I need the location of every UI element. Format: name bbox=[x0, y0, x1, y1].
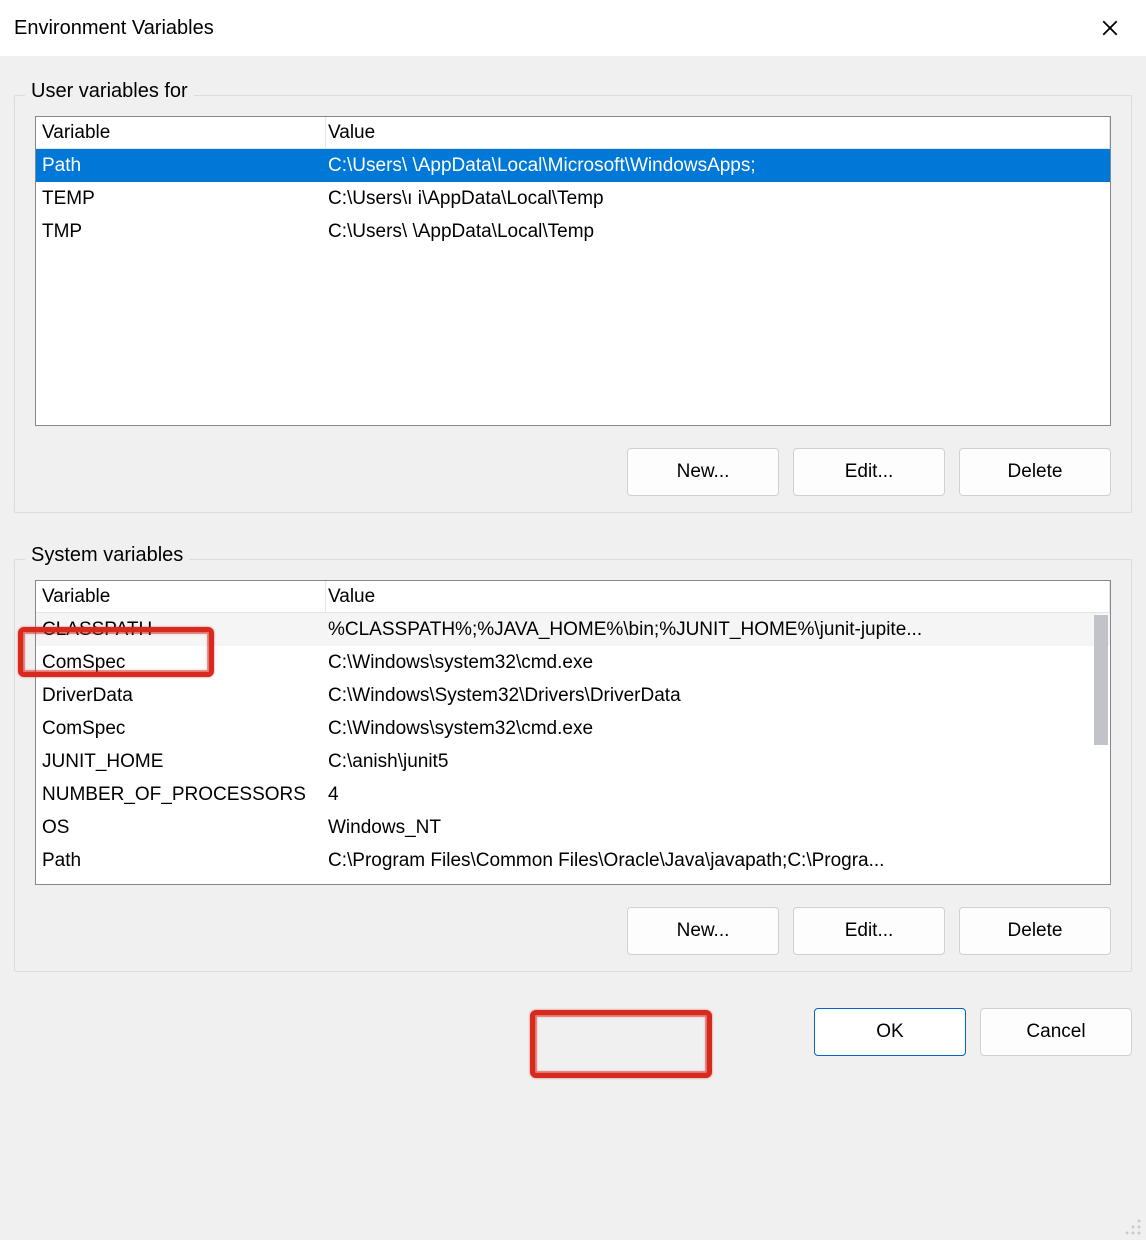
cancel-button[interactable]: Cancel bbox=[980, 1008, 1132, 1056]
variable-value: C:\Users\ \AppData\Local\Microsoft\Windo… bbox=[326, 155, 1110, 177]
dialog-title: Environment Variables bbox=[14, 17, 214, 40]
environment-variables-dialog: Environment Variables User variables for… bbox=[0, 0, 1146, 1240]
variable-name: CLASSPATH bbox=[36, 619, 326, 641]
variable-value: 4 bbox=[326, 784, 1110, 806]
system-variables-body: CLASSPATH %CLASSPATH%;%JAVA_HOME%\bin;%J… bbox=[36, 613, 1110, 877]
variable-value: Windows_NT bbox=[326, 817, 1110, 839]
system-variables-buttons: New... Edit... Delete bbox=[35, 907, 1111, 955]
dialog-buttons: OK Cancel bbox=[14, 1008, 1132, 1056]
variable-name: OS bbox=[36, 817, 326, 839]
user-variables-body: Path C:\Users\ \AppData\Local\Microsoft\… bbox=[36, 149, 1110, 248]
column-header-value[interactable]: Value bbox=[326, 117, 1110, 148]
dialog-content: User variables for Variable Value Path C… bbox=[0, 56, 1146, 1240]
system-edit-button[interactable]: Edit... bbox=[793, 907, 945, 955]
list-header[interactable]: Variable Value bbox=[36, 117, 1110, 149]
user-new-button[interactable]: New... bbox=[627, 448, 779, 496]
variable-name: DriverData bbox=[36, 685, 326, 707]
system-new-button[interactable]: New... bbox=[627, 907, 779, 955]
variable-name: NUMBER_OF_PROCESSORS bbox=[36, 784, 326, 806]
titlebar: Environment Variables bbox=[0, 0, 1146, 56]
table-row[interactable]: ComSpec C:\Windows\system32\cmd.exe bbox=[36, 712, 1110, 745]
table-row[interactable]: Path C:\Users\ \AppData\Local\Microsoft\… bbox=[36, 149, 1110, 182]
table-row[interactable]: TEMP C:\Users\ı i\AppData\Local\Temp bbox=[36, 182, 1110, 215]
variable-name: TEMP bbox=[36, 188, 326, 210]
variable-name: TMP bbox=[36, 221, 326, 243]
variable-value: C:\Windows\system32\cmd.exe bbox=[326, 718, 1110, 740]
scrollbar-thumb[interactable] bbox=[1094, 615, 1108, 745]
user-variables-legend: User variables for bbox=[25, 80, 194, 103]
variable-name: Path bbox=[36, 850, 326, 872]
variable-value: C:\Users\ \AppData\Local\Temp bbox=[326, 221, 1110, 243]
close-button[interactable] bbox=[1090, 8, 1130, 48]
variable-value: C:\Windows\System32\Drivers\DriverData bbox=[326, 685, 1110, 707]
table-row[interactable]: JUNIT_HOME C:\anish\junit5 bbox=[36, 745, 1110, 778]
user-delete-button[interactable]: Delete bbox=[959, 448, 1111, 496]
resize-grip-icon[interactable] bbox=[1124, 1218, 1142, 1236]
user-variables-list[interactable]: Variable Value Path C:\Users\ \AppData\L… bbox=[35, 116, 1111, 426]
user-variables-group: User variables for Variable Value Path C… bbox=[14, 95, 1132, 513]
system-delete-button[interactable]: Delete bbox=[959, 907, 1111, 955]
variable-name: JUNIT_HOME bbox=[36, 751, 326, 773]
table-row[interactable]: DriverData C:\Windows\System32\Drivers\D… bbox=[36, 679, 1110, 712]
column-header-value[interactable]: Value bbox=[326, 581, 1110, 612]
ok-button[interactable]: OK bbox=[814, 1008, 966, 1056]
table-row[interactable]: CLASSPATH %CLASSPATH%;%JAVA_HOME%\bin;%J… bbox=[36, 613, 1110, 646]
column-header-variable[interactable]: Variable bbox=[36, 581, 326, 612]
system-variables-group: System variables Variable Value CLASSPAT… bbox=[14, 559, 1132, 972]
table-row[interactable]: OS Windows_NT bbox=[36, 811, 1110, 844]
variable-value: C:\Windows\system32\cmd.exe bbox=[326, 652, 1110, 674]
column-header-variable[interactable]: Variable bbox=[36, 117, 326, 148]
variable-name: ComSpec bbox=[36, 718, 326, 740]
variable-value: C:\Program Files\Common Files\Oracle\Jav… bbox=[326, 850, 1110, 872]
table-row[interactable]: NUMBER_OF_PROCESSORS 4 bbox=[36, 778, 1110, 811]
system-variables-legend: System variables bbox=[25, 544, 189, 567]
close-icon bbox=[1101, 19, 1119, 37]
variable-value: %CLASSPATH%;%JAVA_HOME%\bin;%JUNIT_HOME%… bbox=[326, 619, 1110, 641]
table-row[interactable]: ComSpec C:\Windows\system32\cmd.exe bbox=[36, 646, 1110, 679]
system-variables-list[interactable]: Variable Value CLASSPATH %CLASSPATH%;%JA… bbox=[35, 580, 1111, 885]
variable-value: C:\anish\junit5 bbox=[326, 751, 1110, 773]
list-header[interactable]: Variable Value bbox=[36, 581, 1110, 613]
variable-value: C:\Users\ı i\AppData\Local\Temp bbox=[326, 188, 1110, 210]
variable-name: Path bbox=[36, 155, 326, 177]
variable-name: ComSpec bbox=[36, 652, 326, 674]
table-row[interactable]: TMP C:\Users\ \AppData\Local\Temp bbox=[36, 215, 1110, 248]
user-variables-buttons: New... Edit... Delete bbox=[35, 448, 1111, 496]
table-row[interactable]: Path C:\Program Files\Common Files\Oracl… bbox=[36, 844, 1110, 877]
user-edit-button[interactable]: Edit... bbox=[793, 448, 945, 496]
